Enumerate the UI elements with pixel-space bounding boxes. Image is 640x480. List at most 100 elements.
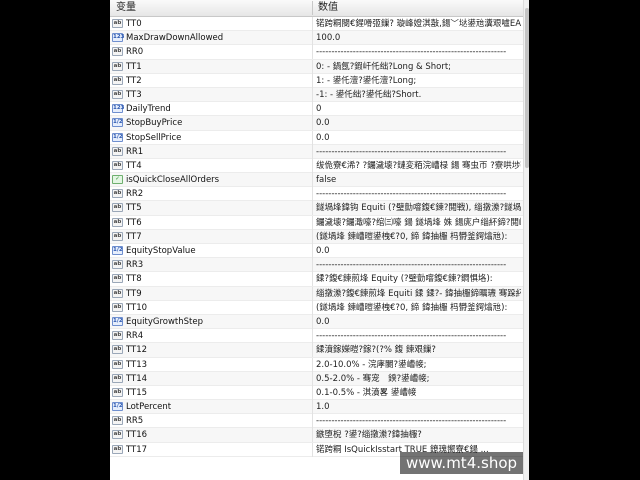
parameter-name: TT14 (126, 373, 148, 384)
parameter-row[interactable]: 1/2 EquityStopValue 0.0 (110, 244, 523, 259)
parameter-row[interactable]: ab TT16 鏃堕棿 ?鍙?缁撴潫?鍏抽棴? (110, 428, 523, 443)
parameter-row[interactable]: abTT6 钃濊壊?钃濈嚎?绾㈢嚎 鍚 鐩堝埄 姝 鍚庣户缁紑鍗?閲嶆柊寮€?..… (110, 215, 523, 230)
parameter-row[interactable]: abTT5 鐩堝埄鍏钩 Equiti (?璧勯噾鍑€鍊?閲戦), 缁撴潫?鐩堝埄骞… (110, 201, 523, 216)
parameter-name: LotPercent (126, 402, 172, 413)
parameter-value[interactable]: ----------------------------------------… (316, 187, 521, 201)
cell-divider (312, 87, 313, 102)
variable-column-header[interactable]: 变量 (116, 0, 136, 16)
parameter-row[interactable]: ab TT8 鍒?鍑€鍊煎埄 Equity (?璧勯噾鍑€鍊?鐧惧垎): (110, 272, 523, 287)
parameter-value[interactable]: 缁撴潫?鍑€鍊煎埄 Equiti 鍒 鍒?- 鍏抽棴鍗曞瓙 骞跺紑鍗?鍙??..… (316, 287, 521, 301)
parameter-name: TT17 (126, 444, 148, 455)
parameter-value[interactable]: 绂佹寮€浠? ?钃濊壊?鏈変粨浣嶆椂 鍚 骞虫帀 ?寮哄埗骞充粨... (316, 159, 521, 173)
parameter-value[interactable]: 2.0-10.0% - 浣庨闄?鍙嶆帹; (316, 358, 521, 372)
parameter-row[interactable]: ab RR4 -----------------------------------… (110, 329, 523, 344)
vertical-scrollbar[interactable] (523, 0, 529, 480)
parameter-name: StopBuyPrice (126, 118, 183, 129)
parameter-value[interactable]: 0.5-2.0% - 骞宠 鍨?鍙嶆帹; (316, 372, 521, 386)
cell-divider (312, 73, 313, 88)
scrollbar-thumb[interactable] (525, 8, 529, 168)
parameter-name: RR3 (126, 260, 144, 271)
cell-divider (312, 442, 313, 457)
cell-divider (312, 215, 313, 230)
string-type-icon: ab (112, 345, 123, 355)
string-type-icon: ab (112, 47, 123, 57)
parameter-name: RR5 (126, 416, 144, 427)
inputs-panel: 变量 数值 abTT0锘跨粡閿€鍟嗗弬鏁? 璇峰嬁淇敼,鍚﹀垯鍙兘瀵艰嚧EA鏃犳… (110, 0, 529, 480)
cell-divider (312, 400, 313, 415)
parameter-value[interactable]: 鍒濆鎵嬫暟?鎵?(?% 鍑 鍊艰鏁? (316, 343, 521, 357)
parameter-value[interactable]: 0.0 (316, 315, 521, 329)
value-column-header[interactable]: 数值 (318, 0, 338, 16)
parameter-row[interactable]: 1/2 StopBuyPrice 0.0 (110, 116, 523, 131)
parameter-name: DailyTrend (126, 104, 171, 115)
parameter-row[interactable]: ab TT13 2.0-10.0% - 浣庨闄?鍙嶆帹; (110, 357, 523, 372)
parameter-row[interactable]: abTT9 缁撴潫?鍑€鍊煎埄 Equiti 鍒 鍒?- 鍏抽棴鍗曞瓙 骞跺紑鍗?… (110, 286, 523, 301)
parameter-value[interactable]: 1: - 鍙仛澶?鍙仛澶?Long; (316, 74, 521, 88)
cell-divider (312, 229, 313, 244)
parameter-name: TT12 (126, 345, 148, 356)
parameter-row[interactable]: ab TT1 0: - 鍋氬?鍜屽仛绌?Long & Short; (110, 59, 523, 74)
parameter-name: RR1 (126, 146, 144, 157)
parameter-value[interactable]: 鐩堝埄鍏钩 Equiti (?璧勯噾鍑€鍊?閲戦), 缁撴潫?鐩堝埄骞充粨 ?.… (316, 201, 521, 215)
parameter-row[interactable]: 1/2 EquityGrowthStep 0.0 (110, 314, 523, 330)
parameter-row[interactable]: 1/2 LotPercent 1.0 (110, 400, 523, 415)
parameter-row[interactable]: ✓ isQuickCloseAllOrders false (110, 173, 523, 188)
parameter-row[interactable]: ab TT7 (鐩堝埄 鍊嶆暟鍙栧€?0, 鍗 鍏抽棴 杩欎釜鍔熻兘): (110, 229, 523, 244)
parameter-name: TT13 (126, 359, 148, 370)
parameter-name: RR0 (126, 47, 144, 58)
parameter-row[interactable]: 1/2 StopSellPrice 0.0 (110, 130, 523, 145)
parameter-value[interactable]: false (316, 173, 521, 187)
double-type-icon: 1/2 (112, 402, 123, 412)
parameter-value[interactable]: 钃濊壊?钃濈嚎?绾㈢嚎 鍚 鐩堝埄 姝 鍚庣户缁紑鍗?閲嶆柊寮€?... (316, 216, 521, 230)
parameter-value[interactable]: ----------------------------------------… (316, 258, 521, 272)
parameter-row[interactable]: 123 DailyTrend 0 (110, 102, 523, 117)
parameter-row[interactable]: ab RR0 -----------------------------------… (110, 45, 523, 60)
parameter-value[interactable]: 鏃堕棿 ?鍙?缁撴潫?鍏抽棴? (316, 428, 521, 442)
string-type-icon: ab (112, 302, 123, 312)
parameter-name: EquityStopValue (126, 246, 196, 256)
parameter-value[interactable]: 0: - 鍋氬?鍜屽仛绌?Long & Short; (316, 60, 521, 74)
string-type-icon: ab (112, 203, 123, 213)
parameter-row[interactable]: abTT0 锘跨粡閿€鍟嗗弬鏁? 璇峰嬁淇敼,鍚﹀垯鍙兘瀵艰嚧EA鏃犳硶姝ｅ父杩愯… (110, 17, 523, 32)
parameter-name: TT2 (126, 75, 142, 86)
string-type-icon: ab (112, 430, 123, 440)
parameter-row[interactable]: ab TT12 鍒濆鎵嬫暟?鎵?(?% 鍑 鍊艰鏁? (110, 343, 523, 358)
parameter-row[interactable]: ab RR2 -----------------------------------… (110, 187, 523, 202)
parameter-value[interactable]: 100.0 (316, 31, 521, 45)
parameter-name: TT5 (126, 203, 142, 214)
parameter-value[interactable]: 1.0 (316, 400, 521, 414)
parameter-row[interactable]: ab RR3 -----------------------------------… (110, 258, 523, 273)
parameter-value[interactable]: ----------------------------------------… (316, 45, 521, 59)
parameter-row[interactable]: abTT4 绂佹寮€浠? ?钃濊壊?鏈変粨浣嶆椂 鍚 骞虫帀 ?寮哄埗骞充粨... (110, 158, 523, 174)
parameter-value[interactable]: ----------------------------------------… (316, 414, 521, 428)
parameter-value[interactable]: 0.0 (316, 244, 521, 258)
parameter-value[interactable]: ----------------------------------------… (316, 145, 521, 159)
cell-divider (312, 286, 313, 301)
parameter-value[interactable]: 0.0 (316, 131, 521, 145)
parameter-value[interactable]: -1: - 鍙仛绌?鍙仛绌?Short. (316, 88, 521, 102)
parameter-value[interactable]: 0 (316, 102, 521, 116)
parameter-row[interactable]: ab RR1 -----------------------------------… (110, 144, 523, 159)
parameter-value[interactable]: (鐩堝埄 鍊嶆暟鍙栧€?0, 鍗 鍏抽棴 杩欎釜鍔熻兘): (316, 301, 521, 315)
parameter-value[interactable]: ----------------------------------------… (316, 329, 521, 343)
parameter-value[interactable]: 锘跨粡閿€鍟嗗弬鏁? 璇峰嬁淇敼,鍚﹀垯鍙兘瀵艰嚧EA鏃犳硶姝ｅ父杩愯(%... (316, 17, 521, 31)
parameter-value[interactable]: 0.1-0.5% - 淇濆畧 鍙嶆帹 (316, 386, 521, 400)
parameter-value[interactable]: 0.0 (316, 116, 521, 130)
parameter-row[interactable]: ab TT3 -1: - 鍙仛绌?鍙仛绌?Short. (110, 87, 523, 103)
column-divider[interactable] (312, 1, 313, 15)
parameter-row[interactable]: ab TT10 (鐩堝埄 鍊嶆暟鍙栧€?0, 鍗 鍏抽棴 杩欎釜鍔熻兘): (110, 300, 523, 315)
cell-divider (312, 414, 313, 429)
parameter-row[interactable]: 123 MaxDrawDownAllowed 100.0 (110, 31, 523, 46)
parameter-row[interactable]: ab TT14 0.5-2.0% - 骞宠 鍨?鍙嶆帹; (110, 371, 523, 386)
parameter-value[interactable]: (鐩堝埄 鍊嶆暟鍙栧€?0, 鍗 鍏抽棴 杩欎釜鍔熻兘): (316, 230, 521, 244)
cell-divider (312, 130, 313, 145)
parameter-name: TT16 (126, 430, 148, 441)
parameter-row[interactable]: ab RR5 -----------------------------------… (110, 414, 523, 429)
parameter-row[interactable]: ab TT2 1: - 鍙仛澶?鍙仛澶?Long; (110, 73, 523, 88)
string-type-icon: ab (112, 444, 123, 454)
parameter-name: TT8 (126, 274, 142, 285)
string-type-icon: ab (112, 75, 123, 85)
cell-divider (312, 187, 313, 202)
parameter-row[interactable]: ab TT15 0.1-0.5% - 淇濆畧 鍙嶆帹 (110, 385, 523, 401)
parameter-value[interactable]: 鍒?鍑€鍊煎埄 Equity (?璧勯噾鍑€鍊?鐧惧垎): (316, 272, 521, 286)
